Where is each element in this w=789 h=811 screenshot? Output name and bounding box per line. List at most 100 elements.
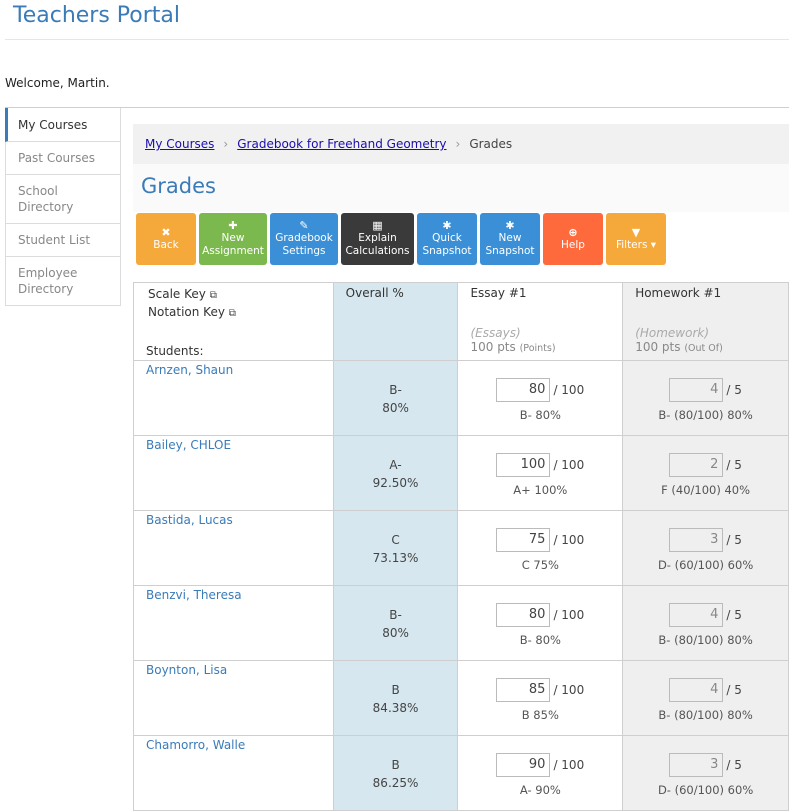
filter-icon: ▼ [631, 225, 641, 239]
homework-score-input[interactable]: 2 [669, 453, 724, 477]
overall-letter-grade: C [391, 533, 400, 547]
overall-letter-grade: B [391, 758, 400, 772]
essay-score-cell: 75/ 100 C 75% [457, 510, 624, 586]
student-name-link[interactable]: Benzvi, Theresa [133, 585, 334, 661]
filters-button[interactable]: ▼ Filters ▾ [606, 213, 666, 265]
homework-pts-value: 100 pts [635, 340, 681, 354]
new-snapshot-button[interactable]: ✱ New Snapshot [480, 213, 540, 265]
essay-score-input[interactable]: 100 [496, 453, 551, 477]
grades-table: Scale Key ⧉ Notation Key ⧉ Students: Ove… [133, 282, 789, 811]
sidebar-item-employee-directory[interactable]: Employee Directory [5, 257, 121, 306]
overall-grade-cell: B- 80% [332, 360, 459, 436]
homework-result: B- (80/100) 80% [658, 708, 753, 722]
homework-result: D- (60/100) 60% [657, 558, 754, 572]
essay-score-input[interactable]: 80 [496, 378, 551, 402]
new-assignment-button[interactable]: ✚ New Assignment [199, 213, 267, 265]
table-row: Benzvi, Theresa B- 80% 80/ 100 B- 80% 4/ 5 B- … [133, 585, 789, 661]
homework-score-cell: 4/ 5 B- (80/100) 80% [622, 360, 789, 436]
homework-score-input[interactable]: 3 [669, 753, 724, 777]
essay-score-input[interactable]: 90 [496, 753, 551, 777]
table-header-row: Scale Key ⧉ Notation Key ⧉ Students: Ove… [133, 282, 789, 361]
homework-score-input[interactable]: 3 [669, 528, 724, 552]
overall-header-label: Overall % [345, 286, 404, 300]
essay-result: B- 80% [519, 408, 561, 422]
header-keys-cell: Scale Key ⧉ Notation Key ⧉ Students: [133, 282, 334, 361]
overall-letter-grade: B- [389, 383, 402, 397]
essay-max-points: / 100 [553, 533, 585, 547]
homework-score-cell: 3/ 5 D- (60/100) 60% [622, 510, 789, 586]
gradebook-settings-label-1: Gradebook [275, 232, 333, 244]
breadcrumb-gradebook[interactable]: Gradebook for Freehand Geometry [237, 137, 446, 151]
essay-score-input[interactable]: 85 [496, 678, 551, 702]
table-row: Arnzen, Shaun B- 80% 80/ 100 B- 80% 4/ 5 B- (8… [133, 360, 789, 436]
student-name-link[interactable]: Bastida, Lucas [133, 510, 334, 586]
external-link-icon: ⧉ [228, 308, 236, 319]
back-button[interactable]: ✖ Back [136, 213, 196, 265]
grade-rows: Arnzen, Shaun B- 80% 80/ 100 B- 80% 4/ 5 B- (8… [133, 360, 789, 811]
sidebar-item-school-directory[interactable]: School Directory [5, 175, 121, 224]
homework-header-category: (Homework) [635, 326, 710, 340]
homework-pts-note: (Out Of) [684, 343, 723, 354]
homework-header[interactable]: Homework #1 (Homework) 100 pts (Out Of) [622, 282, 789, 361]
quick-snapshot-label-2: Snapshot [422, 245, 472, 257]
homework-score-cell: 3/ 5 D- (60/100) 60% [622, 735, 789, 811]
breadcrumb-my-courses[interactable]: My Courses [145, 137, 214, 151]
overall-grade-cell: B 86.25% [332, 735, 459, 811]
lifebuoy-icon: ⊕ [568, 225, 578, 239]
overall-percent: 80% [382, 401, 409, 415]
homework-header-name: Homework #1 [635, 286, 722, 300]
sidebar-item-student-list[interactable]: Student List [5, 224, 121, 257]
sidebar-item-my-courses[interactable]: My Courses [5, 108, 121, 142]
welcome-divider [5, 107, 789, 108]
essay-result: C 75% [521, 558, 559, 572]
essay-max-points: / 100 [553, 383, 585, 397]
homework-max-points: / 5 [726, 683, 742, 697]
plus-icon: ✚ [228, 219, 238, 232]
new-snapshot-label-1: New [498, 232, 522, 244]
close-icon: ✖ [161, 225, 171, 239]
essay-score-cell: 100/ 100 A+ 100% [457, 435, 624, 511]
table-row: Bailey, CHLOE A- 92.50% 100/ 100 A+ 100% 2/ 5… [133, 435, 789, 511]
table-row: Bastida, Lucas C 73.13% 75/ 100 C 75% 3/ 5 D- … [133, 510, 789, 586]
overall-percent: 86.25% [372, 776, 419, 790]
student-name-link[interactable]: Boynton, Lisa [133, 660, 334, 736]
gradebook-settings-button[interactable]: ✎ Gradebook Settings [270, 213, 338, 265]
overall-percent: 73.13% [372, 551, 419, 565]
new-assignment-label-2: Assignment [202, 245, 264, 257]
essay-score-input[interactable]: 75 [496, 528, 551, 552]
essay-result: A- 90% [519, 783, 561, 797]
student-name-link[interactable]: Chamorro, Walle [133, 735, 334, 811]
sidebar: My Courses Past Courses School Directory… [5, 108, 121, 306]
students-label: Students: [146, 344, 204, 358]
overall-percent: 92.50% [372, 476, 419, 490]
sidebar-item-past-courses[interactable]: Past Courses [5, 142, 121, 175]
homework-score-input[interactable]: 4 [669, 678, 724, 702]
notation-key-link[interactable]: Notation Key ⧉ [146, 304, 333, 322]
new-snapshot-label-2: Snapshot [485, 245, 535, 257]
homework-result: B- (80/100) 80% [658, 408, 753, 422]
student-name-link[interactable]: Arnzen, Shaun [133, 360, 334, 436]
notation-key-label: Notation Key [148, 305, 225, 319]
filters-button-label: Filters ▾ [615, 238, 657, 251]
help-button[interactable]: ⊕ Help [543, 213, 603, 265]
homework-header-points: 100 pts (Out Of) [623, 340, 788, 354]
scale-key-link[interactable]: Scale Key ⧉ [146, 286, 333, 304]
new-assignment-label-1: New [221, 232, 245, 244]
explain-calculations-button[interactable]: ▦ Explain Calculations [341, 213, 414, 265]
quick-snapshot-button[interactable]: ✱ Quick Snapshot [417, 213, 477, 265]
welcome-message: Welcome, Martin. [5, 76, 110, 90]
homework-max-points: / 5 [726, 758, 742, 772]
homework-max-points: / 5 [726, 383, 742, 397]
chevron-right-icon: › [455, 137, 461, 151]
student-name-link[interactable]: Bailey, CHLOE [133, 435, 334, 511]
homework-score-input[interactable]: 4 [669, 603, 724, 627]
external-link-icon: ⧉ [209, 290, 217, 301]
essay-header-name: Essay #1 [470, 286, 527, 300]
breadcrumb-current: Grades [469, 137, 513, 151]
essay-max-points: / 100 [553, 683, 585, 697]
explain-label-2: Calculations [345, 245, 410, 257]
essay-score-input[interactable]: 80 [496, 603, 551, 627]
homework-score-input[interactable]: 4 [669, 378, 724, 402]
essay-header[interactable]: Essay #1 (Essays) 100 pts (Points) [457, 282, 624, 361]
scale-key-label: Scale Key [148, 287, 206, 301]
